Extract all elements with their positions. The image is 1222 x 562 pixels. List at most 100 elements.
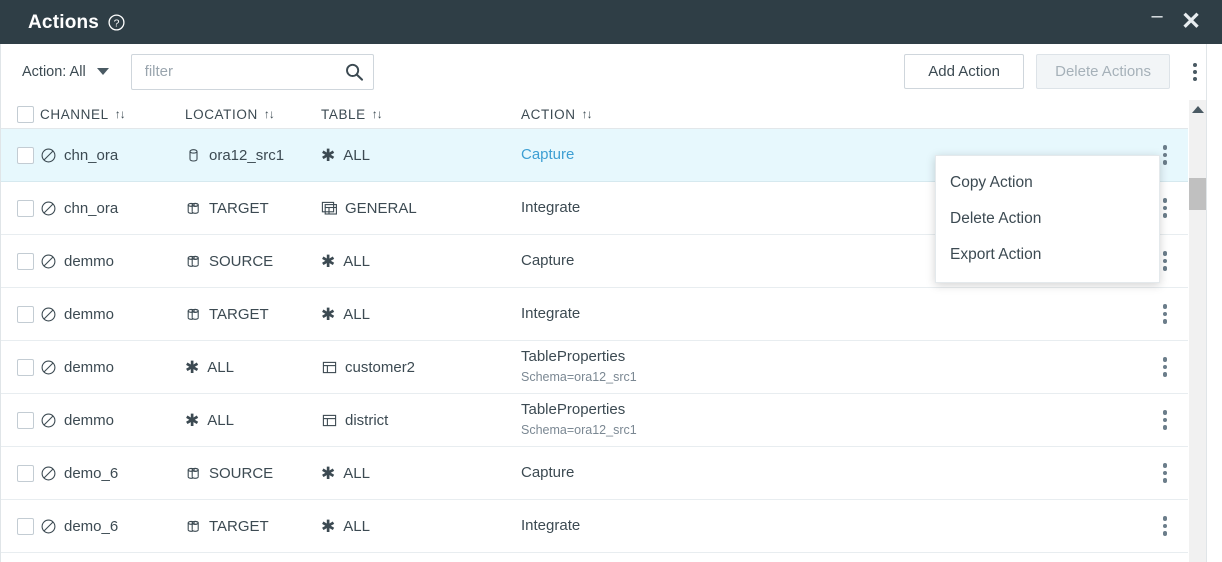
row-checkbox[interactable] <box>17 146 34 164</box>
action-filter-dropdown[interactable]: Action: All <box>22 64 109 80</box>
actions-window: Actions ? – ✕ Action: All Add <box>0 0 1222 562</box>
channel-icon <box>40 518 57 535</box>
channel-label: chn_ora <box>64 146 119 164</box>
sort-icon: ↑↓ <box>263 107 275 121</box>
column-header-channel[interactable]: CHANNEL ↑↓ <box>40 107 185 122</box>
add-action-button[interactable]: Add Action <box>904 54 1025 89</box>
channel-label: demmo <box>64 252 115 270</box>
table-row[interactable]: demo_6 SOURCE ✱ ALL Capture <box>0 447 1188 500</box>
kebab-dot <box>1162 425 1168 430</box>
cell-channel: demmo <box>40 306 185 323</box>
location-label: TARGET <box>209 517 269 535</box>
table-label: GENERAL <box>345 199 417 217</box>
column-header-action[interactable]: ACTION ↑↓ <box>521 107 1141 122</box>
kebab-dot <box>1162 205 1168 211</box>
cell-location: TARGET <box>185 306 321 323</box>
row-select-cell <box>0 358 40 376</box>
question-circle-icon[interactable]: ? <box>108 13 125 31</box>
column-header-label: LOCATION <box>185 106 258 122</box>
cell-action: TableProperties Schema=ora12_src1 <box>521 401 1141 438</box>
cell-location: SOURCE <box>185 253 321 270</box>
table-row[interactable]: demmo ✱ ALL district TableProperties Schema=o… <box>0 394 1188 447</box>
action-label: TableProperties <box>521 348 626 366</box>
cell-channel: demo_6 <box>40 465 185 482</box>
row-checkbox[interactable] <box>17 252 34 270</box>
row-overflow-menu-icon[interactable] <box>1156 301 1174 327</box>
row-checkbox[interactable] <box>17 464 34 482</box>
row-overflow-menu-icon[interactable] <box>1156 407 1174 433</box>
kebab-dot <box>1162 357 1168 362</box>
sort-icon: ↑↓ <box>581 107 593 121</box>
row-checkbox[interactable] <box>17 517 34 535</box>
column-header-location[interactable]: LOCATION ↑↓ <box>185 107 321 122</box>
context-menu-item[interactable]: Export Action <box>936 237 1159 273</box>
row-overflow-menu-icon[interactable] <box>1156 513 1174 539</box>
row-overflow-menu-icon[interactable] <box>1156 354 1174 380</box>
row-checkbox[interactable] <box>17 305 34 323</box>
row-checkbox[interactable] <box>17 411 34 429</box>
delete-actions-button[interactable]: Delete Actions <box>1036 54 1170 89</box>
table-single-icon <box>321 359 338 376</box>
row-overflow-menu-icon[interactable] <box>1156 460 1174 486</box>
caret-up-icon[interactable] <box>1191 106 1204 113</box>
table-label: ALL <box>343 252 370 270</box>
column-header-label: ACTION <box>521 106 576 122</box>
asterisk-icon: ✱ <box>321 251 336 271</box>
table-row[interactable]: demo_6 TARGET ✱ ALL Integrate <box>0 500 1188 553</box>
search-input[interactable] <box>130 53 374 90</box>
cell-action: Integrate <box>521 517 1141 536</box>
kebab-dot <box>1162 410 1168 415</box>
row-select-cell <box>0 517 40 535</box>
window-left-edge <box>0 44 1 562</box>
close-button[interactable]: ✕ <box>1176 7 1206 37</box>
cell-channel: demo_6 <box>40 518 185 535</box>
column-header-table[interactable]: TABLE ↑↓ <box>321 107 521 122</box>
row-select-cell <box>0 252 40 270</box>
table-label: ALL <box>343 146 370 164</box>
toolbar-overflow-menu-icon[interactable] <box>1184 57 1206 87</box>
row-checkbox[interactable] <box>17 358 34 376</box>
channel-label: demmo <box>64 411 115 429</box>
kebab-dot <box>1162 364 1168 370</box>
action-label: Capture <box>521 463 575 481</box>
row-checkbox[interactable] <box>17 199 34 217</box>
kebab-dot <box>1162 160 1168 165</box>
minimize-button[interactable]: – <box>1144 6 1170 35</box>
location-label: SOURCE <box>209 252 274 270</box>
cell-table: GENERAL <box>321 200 521 217</box>
table-label: ALL <box>343 464 370 482</box>
column-header-label: CHANNEL <box>40 106 109 122</box>
asterisk-icon: ✱ <box>321 463 336 483</box>
kebab-dot <box>1162 145 1168 150</box>
chevron-down-icon <box>96 68 109 75</box>
kebab-dot <box>1162 213 1168 218</box>
row-select-cell <box>0 411 40 429</box>
select-all-checkbox[interactable] <box>17 105 34 123</box>
cell-location: ✱ ALL <box>185 359 321 376</box>
action-label: Integrate <box>521 304 581 322</box>
kebab-dot <box>1162 523 1168 529</box>
database-stack-icon <box>185 306 202 323</box>
column-header-label: TABLE <box>321 106 366 122</box>
action-label: Integrate <box>521 516 581 534</box>
vertical-scrollbar[interactable] <box>1189 100 1206 562</box>
search-icon[interactable] <box>344 62 364 82</box>
channel-icon <box>40 253 57 270</box>
context-menu-item[interactable]: Copy Action <box>936 165 1159 201</box>
cell-location: TARGET <box>185 200 321 217</box>
scrollbar-thumb[interactable] <box>1189 178 1206 210</box>
location-label: TARGET <box>209 199 269 217</box>
kebab-dot <box>1162 251 1168 256</box>
cell-location: ✱ ALL <box>185 412 321 429</box>
table-row[interactable]: demmo TARGET ✱ ALL Integrate <box>0 288 1188 341</box>
context-menu-item[interactable]: Delete Action <box>936 201 1159 237</box>
channel-icon <box>40 147 57 164</box>
cell-channel: demmo <box>40 253 185 270</box>
table-stack-icon <box>321 200 338 217</box>
row-select-cell <box>0 199 40 217</box>
cell-action: TableProperties Schema=ora12_src1 <box>521 348 1141 385</box>
table-row[interactable]: demmo ✱ ALL customer2 TableProperties Schema=… <box>0 341 1188 394</box>
channel-icon <box>40 306 57 323</box>
location-label: ALL <box>207 358 234 376</box>
sort-icon: ↑↓ <box>114 107 126 121</box>
